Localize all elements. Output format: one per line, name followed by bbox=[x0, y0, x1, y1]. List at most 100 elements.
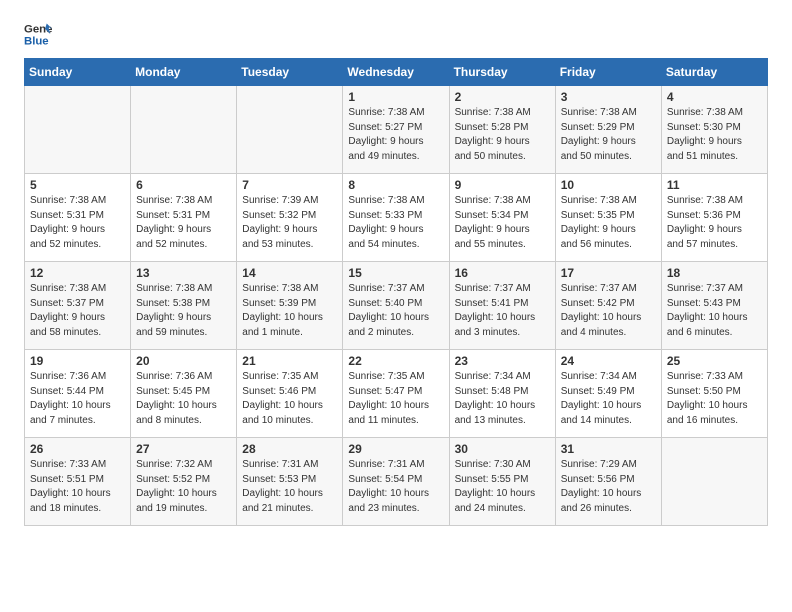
day-number: 9 bbox=[455, 178, 550, 192]
day-cell: 4 Sunrise: 7:38 AM Sunset: 5:30 PM Daylig… bbox=[661, 86, 767, 174]
day-cell: 26 Sunrise: 7:33 AM Sunset: 5:51 PM Dayli… bbox=[25, 438, 131, 526]
week-row-5: 26 Sunrise: 7:33 AM Sunset: 5:51 PM Dayli… bbox=[25, 438, 768, 526]
day-info: Sunrise: 7:35 AM Sunset: 5:46 PM Dayligh… bbox=[242, 370, 337, 428]
day-number: 20 bbox=[136, 354, 231, 368]
day-info: Sunrise: 7:38 AM Sunset: 5:31 PM Dayligh… bbox=[30, 194, 125, 252]
col-header-tuesday: Tuesday bbox=[237, 59, 343, 86]
day-number: 15 bbox=[348, 266, 443, 280]
day-number: 2 bbox=[455, 90, 550, 104]
day-cell: 14 Sunrise: 7:38 AM Sunset: 5:39 PM Dayli… bbox=[237, 262, 343, 350]
week-row-4: 19 Sunrise: 7:36 AM Sunset: 5:44 PM Dayli… bbox=[25, 350, 768, 438]
day-number: 14 bbox=[242, 266, 337, 280]
day-cell: 5 Sunrise: 7:38 AM Sunset: 5:31 PM Daylig… bbox=[25, 174, 131, 262]
day-info: Sunrise: 7:37 AM Sunset: 5:43 PM Dayligh… bbox=[667, 282, 762, 340]
day-cell: 7 Sunrise: 7:39 AM Sunset: 5:32 PM Daylig… bbox=[237, 174, 343, 262]
day-info: Sunrise: 7:30 AM Sunset: 5:55 PM Dayligh… bbox=[455, 458, 550, 516]
day-number: 4 bbox=[667, 90, 762, 104]
day-info: Sunrise: 7:31 AM Sunset: 5:54 PM Dayligh… bbox=[348, 458, 443, 516]
day-info: Sunrise: 7:38 AM Sunset: 5:34 PM Dayligh… bbox=[455, 194, 550, 252]
day-number: 17 bbox=[561, 266, 656, 280]
day-number: 26 bbox=[30, 442, 125, 456]
col-header-sunday: Sunday bbox=[25, 59, 131, 86]
day-cell: 6 Sunrise: 7:38 AM Sunset: 5:31 PM Daylig… bbox=[131, 174, 237, 262]
day-number: 12 bbox=[30, 266, 125, 280]
day-cell: 10 Sunrise: 7:38 AM Sunset: 5:35 PM Dayli… bbox=[555, 174, 661, 262]
day-number: 5 bbox=[30, 178, 125, 192]
day-info: Sunrise: 7:31 AM Sunset: 5:53 PM Dayligh… bbox=[242, 458, 337, 516]
day-cell: 24 Sunrise: 7:34 AM Sunset: 5:49 PM Dayli… bbox=[555, 350, 661, 438]
day-number: 13 bbox=[136, 266, 231, 280]
day-number: 27 bbox=[136, 442, 231, 456]
col-header-wednesday: Wednesday bbox=[343, 59, 449, 86]
day-number: 31 bbox=[561, 442, 656, 456]
day-info: Sunrise: 7:37 AM Sunset: 5:41 PM Dayligh… bbox=[455, 282, 550, 340]
day-cell: 27Sunrise: 7:32 AM Sunset: 5:52 PM Dayli… bbox=[131, 438, 237, 526]
day-info: Sunrise: 7:33 AM Sunset: 5:50 PM Dayligh… bbox=[667, 370, 762, 428]
day-cell: 2Sunrise: 7:38 AM Sunset: 5:28 PM Daylig… bbox=[449, 86, 555, 174]
day-cell: 17 Sunrise: 7:37 AM Sunset: 5:42 PM Dayli… bbox=[555, 262, 661, 350]
day-number: 1 bbox=[348, 90, 443, 104]
col-header-monday: Monday bbox=[131, 59, 237, 86]
page: General Blue SundayMondayTuesdayWednesda… bbox=[0, 0, 792, 546]
day-cell: 22 Sunrise: 7:35 AM Sunset: 5:47 PM Dayli… bbox=[343, 350, 449, 438]
day-number: 19 bbox=[30, 354, 125, 368]
day-number: 10 bbox=[561, 178, 656, 192]
day-number: 22 bbox=[348, 354, 443, 368]
day-cell: 29 Sunrise: 7:31 AM Sunset: 5:54 PM Dayli… bbox=[343, 438, 449, 526]
day-number: 24 bbox=[561, 354, 656, 368]
day-number: 23 bbox=[455, 354, 550, 368]
day-info: Sunrise: 7:37 AM Sunset: 5:42 PM Dayligh… bbox=[561, 282, 656, 340]
day-info: Sunrise: 7:38 AM Sunset: 5:38 PM Dayligh… bbox=[136, 282, 231, 340]
day-info: Sunrise: 7:39 AM Sunset: 5:32 PM Dayligh… bbox=[242, 194, 337, 252]
day-cell: 13 Sunrise: 7:38 AM Sunset: 5:38 PM Dayli… bbox=[131, 262, 237, 350]
week-row-2: 5 Sunrise: 7:38 AM Sunset: 5:31 PM Daylig… bbox=[25, 174, 768, 262]
day-info: Sunrise: 7:34 AM Sunset: 5:49 PM Dayligh… bbox=[561, 370, 656, 428]
week-row-3: 12 Sunrise: 7:38 AM Sunset: 5:37 PM Dayli… bbox=[25, 262, 768, 350]
day-number: 18 bbox=[667, 266, 762, 280]
day-info: Sunrise: 7:38 AM Sunset: 5:30 PM Dayligh… bbox=[667, 106, 762, 164]
day-cell: 9 Sunrise: 7:38 AM Sunset: 5:34 PM Daylig… bbox=[449, 174, 555, 262]
day-info: Sunrise: 7:38 AM Sunset: 5:36 PM Dayligh… bbox=[667, 194, 762, 252]
logo-icon: General Blue bbox=[24, 20, 52, 48]
day-info: Sunrise: 7:38 AM Sunset: 5:29 PM Dayligh… bbox=[561, 106, 656, 164]
day-cell: 16 Sunrise: 7:37 AM Sunset: 5:41 PM Dayli… bbox=[449, 262, 555, 350]
day-number: 8 bbox=[348, 178, 443, 192]
day-cell: 12 Sunrise: 7:38 AM Sunset: 5:37 PM Dayli… bbox=[25, 262, 131, 350]
day-info: Sunrise: 7:38 AM Sunset: 5:27 PM Dayligh… bbox=[348, 106, 443, 164]
day-cell: 18 Sunrise: 7:37 AM Sunset: 5:43 PM Dayli… bbox=[661, 262, 767, 350]
day-info: Sunrise: 7:38 AM Sunset: 5:39 PM Dayligh… bbox=[242, 282, 337, 340]
svg-text:Blue: Blue bbox=[24, 36, 49, 48]
day-info: Sunrise: 7:38 AM Sunset: 5:35 PM Dayligh… bbox=[561, 194, 656, 252]
day-cell: 23Sunrise: 7:34 AM Sunset: 5:48 PM Dayli… bbox=[449, 350, 555, 438]
col-header-friday: Friday bbox=[555, 59, 661, 86]
day-info: Sunrise: 7:29 AM Sunset: 5:56 PM Dayligh… bbox=[561, 458, 656, 516]
day-cell: 8 Sunrise: 7:38 AM Sunset: 5:33 PM Daylig… bbox=[343, 174, 449, 262]
day-cell: 30Sunrise: 7:30 AM Sunset: 5:55 PM Dayli… bbox=[449, 438, 555, 526]
day-cell: 28 Sunrise: 7:31 AM Sunset: 5:53 PM Dayli… bbox=[237, 438, 343, 526]
day-info: Sunrise: 7:35 AM Sunset: 5:47 PM Dayligh… bbox=[348, 370, 443, 428]
day-cell: 1 Sunrise: 7:38 AM Sunset: 5:27 PM Daylig… bbox=[343, 86, 449, 174]
day-number: 7 bbox=[242, 178, 337, 192]
day-cell bbox=[237, 86, 343, 174]
day-cell: 20Sunrise: 7:36 AM Sunset: 5:45 PM Dayli… bbox=[131, 350, 237, 438]
day-number: 28 bbox=[242, 442, 337, 456]
day-number: 11 bbox=[667, 178, 762, 192]
day-cell: 21 Sunrise: 7:35 AM Sunset: 5:46 PM Dayli… bbox=[237, 350, 343, 438]
day-number: 25 bbox=[667, 354, 762, 368]
day-info: Sunrise: 7:38 AM Sunset: 5:37 PM Dayligh… bbox=[30, 282, 125, 340]
day-cell bbox=[25, 86, 131, 174]
day-number: 16 bbox=[455, 266, 550, 280]
day-info: Sunrise: 7:36 AM Sunset: 5:44 PM Dayligh… bbox=[30, 370, 125, 428]
day-info: Sunrise: 7:37 AM Sunset: 5:40 PM Dayligh… bbox=[348, 282, 443, 340]
day-info: Sunrise: 7:38 AM Sunset: 5:33 PM Dayligh… bbox=[348, 194, 443, 252]
day-info: Sunrise: 7:33 AM Sunset: 5:51 PM Dayligh… bbox=[30, 458, 125, 516]
day-number: 6 bbox=[136, 178, 231, 192]
day-cell: 31 Sunrise: 7:29 AM Sunset: 5:56 PM Dayli… bbox=[555, 438, 661, 526]
day-number: 29 bbox=[348, 442, 443, 456]
day-number: 21 bbox=[242, 354, 337, 368]
day-cell: 15 Sunrise: 7:37 AM Sunset: 5:40 PM Dayli… bbox=[343, 262, 449, 350]
col-header-saturday: Saturday bbox=[661, 59, 767, 86]
day-info: Sunrise: 7:38 AM Sunset: 5:31 PM Dayligh… bbox=[136, 194, 231, 252]
day-cell: 3 Sunrise: 7:38 AM Sunset: 5:29 PM Daylig… bbox=[555, 86, 661, 174]
day-number: 3 bbox=[561, 90, 656, 104]
